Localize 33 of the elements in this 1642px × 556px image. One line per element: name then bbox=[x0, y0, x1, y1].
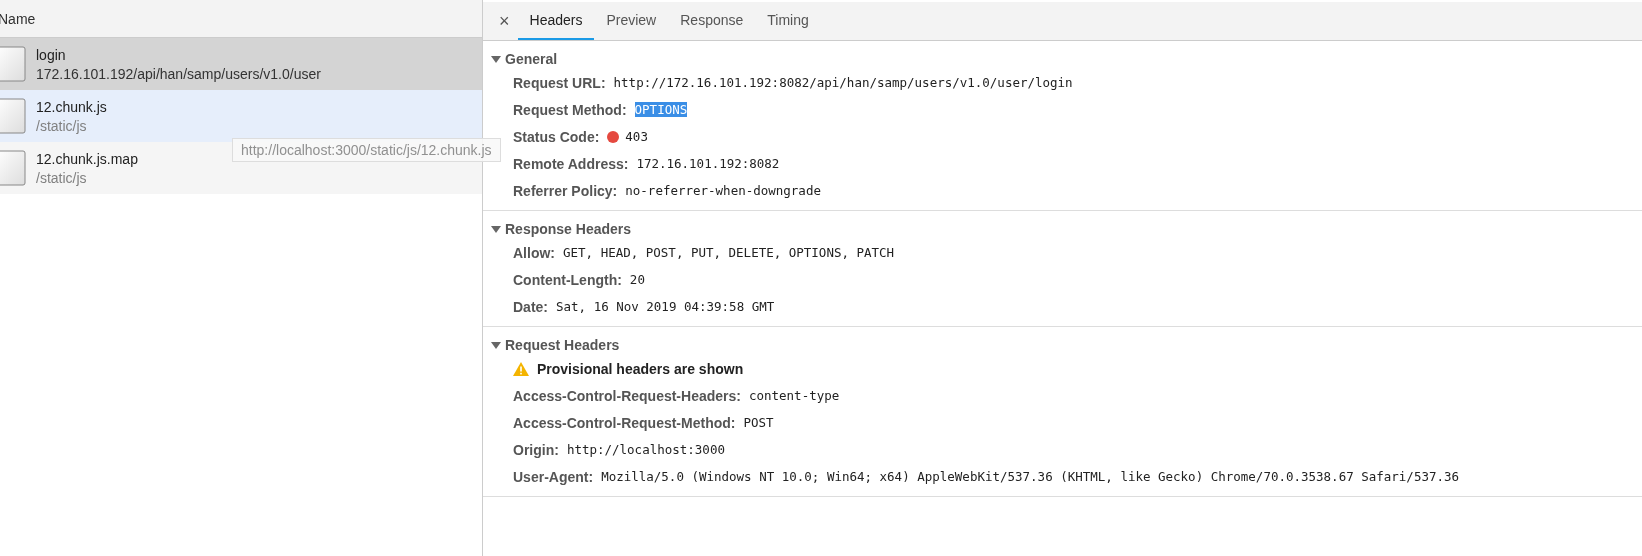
header-value: Mozilla/5.0 (Windows NT 10.0; Win64; x64) AppleWebKit/537.36 (KHTML, like Gecko) Chrome/70.0.3538.67 Safari/537.36 bbox=[601, 469, 1460, 484]
header-value: 20 bbox=[629, 272, 645, 287]
header-value: http://172.16.101.192:8082/api/han/samp/users/v1.0/user/login bbox=[613, 75, 1073, 90]
header-value: POST bbox=[743, 415, 774, 430]
request-path: 172.16.101.192/api/han/samp/users/v1.0/user bbox=[36, 65, 321, 82]
header-value: 403 bbox=[625, 129, 648, 144]
request-name: 12.chunk.js bbox=[36, 98, 107, 115]
request-path: /static/js bbox=[36, 117, 88, 134]
header-name: Access-Control-Request-Method: bbox=[513, 414, 736, 431]
header-name: Request URL: bbox=[513, 74, 606, 91]
header-name: Remote Address: bbox=[513, 155, 629, 172]
header-value: http://localhost:3000 bbox=[566, 442, 725, 457]
header-value: OPTIONS bbox=[634, 102, 688, 117]
header-value: content-type bbox=[748, 388, 840, 403]
header-name: Request Method: bbox=[513, 101, 627, 118]
header-value: 172.16.101.192:8082 bbox=[636, 156, 780, 171]
header-name: Referrer Policy: bbox=[513, 182, 618, 199]
request-name: 12.chunk.js.map bbox=[36, 150, 138, 167]
header-name: Date: bbox=[513, 298, 548, 315]
header-value: no-referrer-when-downgrade bbox=[625, 183, 821, 198]
header-value: GET, HEAD, POST, PUT, DELETE, OPTIONS, PATCH bbox=[563, 245, 895, 260]
header-name: Access-Control-Request-Headers: bbox=[513, 387, 741, 404]
request-path: /static/js bbox=[36, 169, 88, 186]
request-name: login bbox=[36, 46, 67, 63]
header-name: Origin: bbox=[513, 441, 559, 458]
tooltip: http://localhost:3000/static/js/12.chunk.js bbox=[232, 138, 501, 162]
header-name: Allow: bbox=[513, 244, 555, 261]
name-column-header: Name bbox=[0, 10, 36, 27]
header-name: User-Agent: bbox=[513, 468, 594, 485]
warning-message: Provisional headers are shown bbox=[537, 360, 744, 377]
header-name: Content-Length: bbox=[513, 271, 622, 288]
header-name: Status Code: bbox=[513, 128, 600, 145]
header-value: Sat, 16 Nov 2019 04:39:58 GMT bbox=[556, 299, 775, 314]
